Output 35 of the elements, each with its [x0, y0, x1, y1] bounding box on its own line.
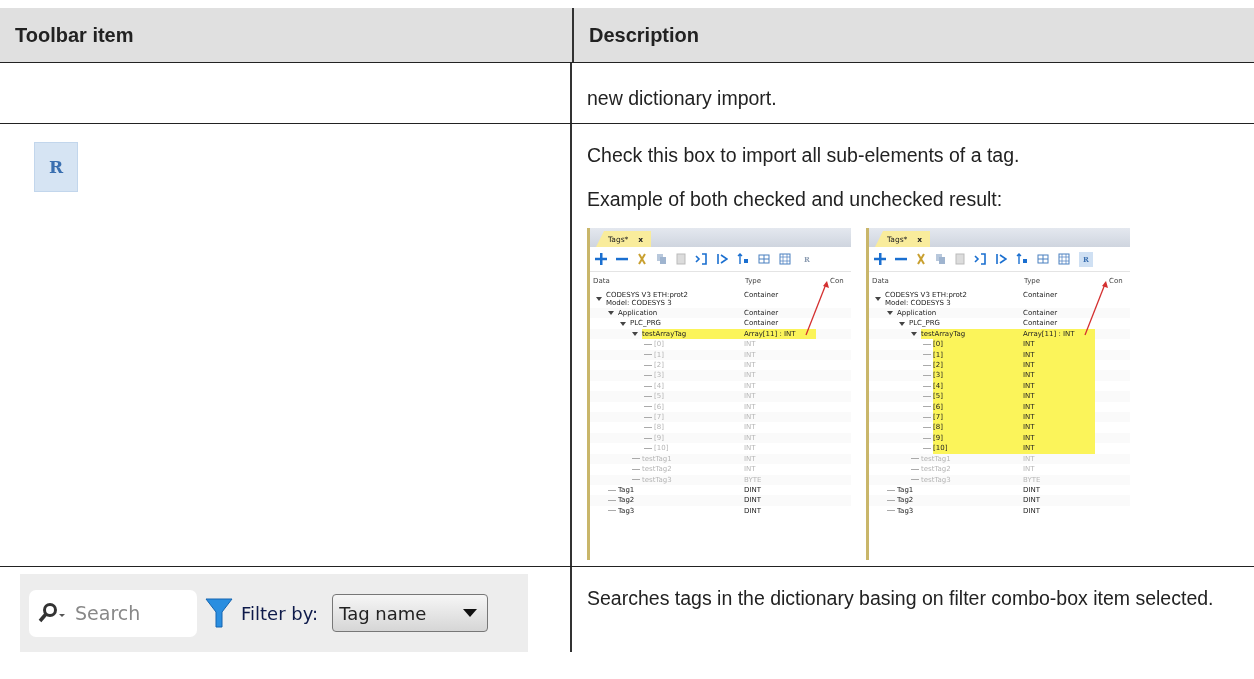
annotation-arrow	[1084, 281, 1108, 336]
funnel-icon	[205, 597, 233, 629]
grid-icon[interactable]	[779, 253, 791, 265]
filter-label: Filter by:	[241, 602, 319, 624]
description-text: Example of both checked and unchecked result:	[587, 187, 1004, 212]
table-icon[interactable]	[1037, 253, 1049, 265]
column-header: Description	[588, 22, 701, 48]
filter-dropdown[interactable]: Tag name	[332, 594, 489, 632]
search-input[interactable]: Search	[73, 601, 187, 625]
expand-arrow-icon[interactable]	[608, 311, 614, 316]
sort-icon[interactable]	[737, 253, 749, 265]
plus-icon[interactable]	[595, 253, 607, 265]
import-icon[interactable]	[974, 253, 986, 265]
column-header: Toolbar item	[0, 8, 574, 62]
expand-arrow-icon[interactable]	[875, 297, 881, 301]
description-text: Check this box to import all sub-elements of a tag.	[587, 143, 1021, 168]
sort-icon[interactable]	[1016, 253, 1028, 265]
expand-arrow-icon[interactable]	[887, 311, 893, 316]
plus-icon[interactable]	[874, 253, 886, 265]
caret-icon	[463, 609, 478, 617]
expand-arrow-icon[interactable]	[911, 332, 917, 336]
expand-arrow-icon[interactable]	[899, 321, 905, 326]
search-field[interactable]: Search	[29, 589, 197, 637]
expand-arrow-icon[interactable]	[620, 321, 626, 326]
annotation-arrow	[805, 281, 829, 336]
description-text: Searches tags in the dictionary basing on filter combo-box item selected.	[587, 586, 1215, 611]
grid-icon[interactable]	[1058, 253, 1070, 265]
play-icon[interactable]	[716, 253, 728, 265]
import-icon[interactable]	[695, 253, 707, 265]
search-icon	[37, 601, 67, 625]
table-icon[interactable]	[758, 253, 770, 265]
description-text: new dictionary import.	[587, 86, 778, 111]
expand-arrow-icon[interactable]	[596, 297, 602, 301]
expand-arrow-icon[interactable]	[632, 332, 638, 336]
play-icon[interactable]	[995, 253, 1007, 265]
